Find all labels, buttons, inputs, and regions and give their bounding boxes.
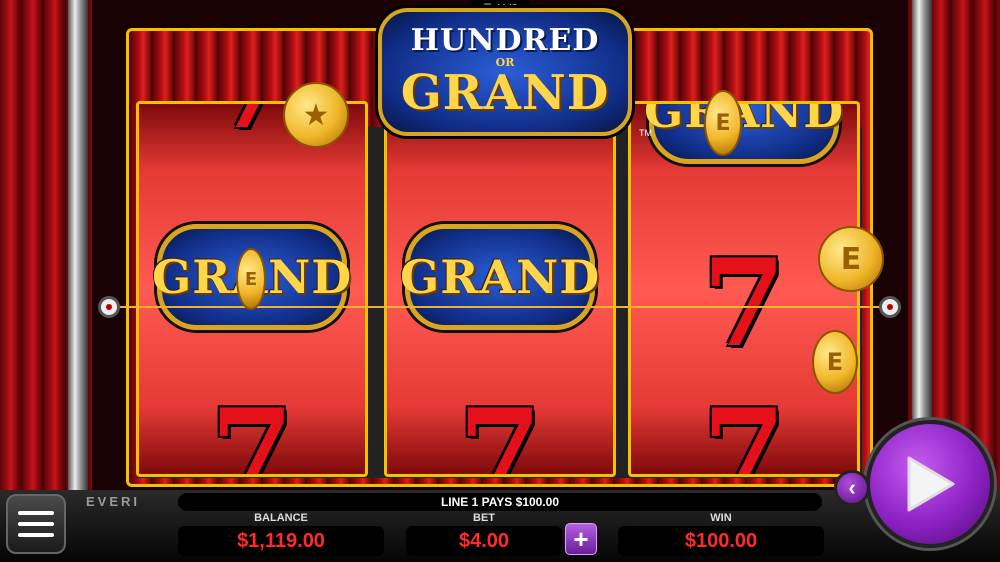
right-pillar bbox=[912, 0, 932, 490]
payline-left-marker bbox=[98, 296, 120, 318]
reel-2-grand-plaque: GRAND bbox=[400, 224, 599, 330]
reel-3: GRAND 7 7 bbox=[628, 101, 860, 477]
reel-3-symbol-top: GRAND bbox=[643, 101, 845, 138]
logo-line-3: GRAND bbox=[400, 65, 610, 121]
game-logo: HUNDRED OR GRAND TM bbox=[378, 8, 652, 138]
increase-bet-button[interactable]: + bbox=[565, 523, 597, 555]
bet-meter: BET $4.00 bbox=[406, 512, 562, 556]
play-icon bbox=[907, 456, 955, 512]
win-meter: WIN $100.00 bbox=[618, 512, 824, 556]
bet-value: $4.00 bbox=[406, 526, 562, 556]
left-pillar bbox=[68, 0, 88, 490]
brand-logo: EVERI bbox=[86, 494, 141, 509]
spin-button[interactable] bbox=[866, 420, 994, 548]
chevron-left-button[interactable]: ‹ bbox=[834, 470, 870, 506]
reel-3-symbol-bottom: 7 bbox=[702, 383, 786, 477]
hamburger-menu-icon bbox=[18, 511, 54, 537]
balance-label: BALANCE bbox=[254, 512, 308, 524]
reel-3-grand-plaque: GRAND bbox=[644, 104, 843, 164]
bet-label: BET bbox=[473, 512, 495, 524]
payline-right-marker bbox=[879, 296, 901, 318]
win-message: LINE 1 PAYS $100.00 bbox=[178, 493, 822, 511]
win-label: WIN bbox=[710, 512, 732, 524]
reel-2-symbol-bottom: 7 bbox=[458, 383, 542, 477]
payline-1 bbox=[108, 306, 892, 308]
logo-line-1: HUNDRED bbox=[410, 23, 600, 58]
gold-coin-icon: E bbox=[818, 226, 884, 292]
gold-coin-icon: E bbox=[812, 330, 858, 394]
gold-coin-icon: E bbox=[704, 90, 742, 156]
menu-button[interactable] bbox=[6, 494, 66, 554]
win-value: $100.00 bbox=[618, 526, 824, 556]
balance-value: $1,119.00 bbox=[178, 526, 384, 556]
balance-meter: BALANCE $1,119.00 bbox=[178, 512, 384, 556]
gold-coin-icon: E bbox=[236, 248, 266, 310]
reel-2-symbol-middle: GRAND bbox=[399, 250, 601, 304]
reel-2: 7 GRAND 7 bbox=[384, 101, 616, 477]
gold-coin-icon: ★ bbox=[283, 82, 349, 148]
reel-1-symbol-bottom: 7 bbox=[210, 383, 294, 477]
logo-trademark: TM bbox=[639, 128, 652, 138]
